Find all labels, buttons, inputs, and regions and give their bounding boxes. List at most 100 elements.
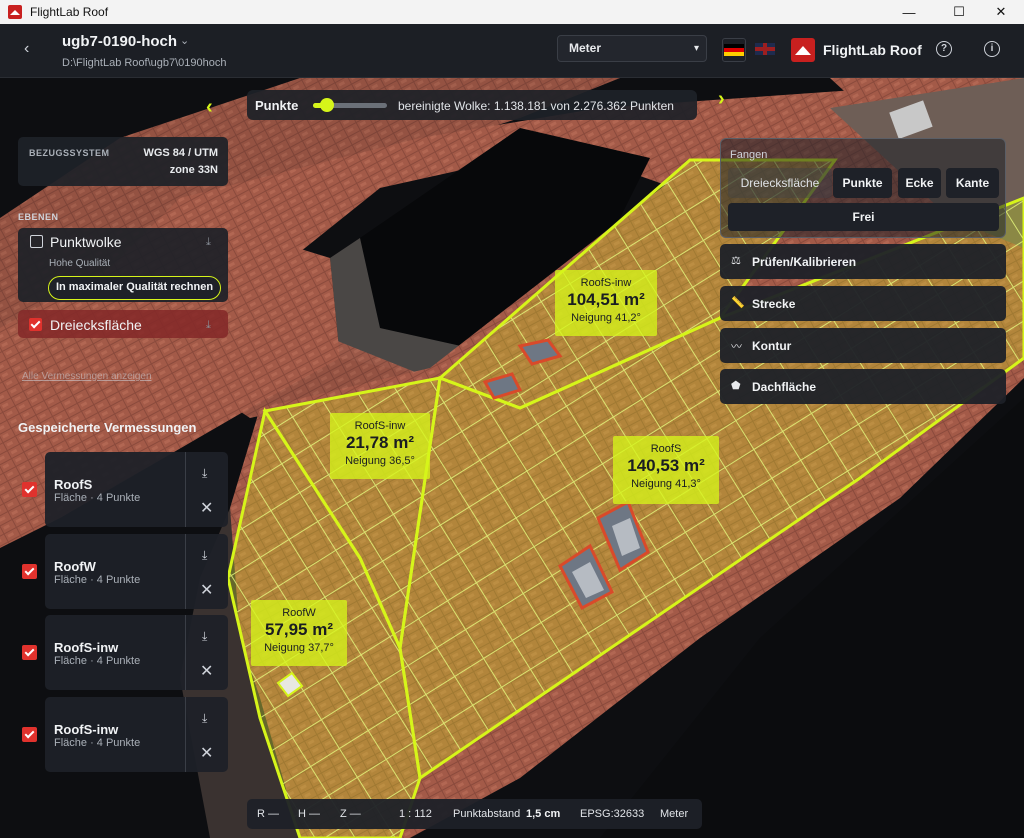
snap-panel: Fangen Dreiecksfläche Punkte Ecke Kante … [720, 138, 1006, 238]
delete-icon[interactable]: ✕ [200, 661, 213, 681]
reference-system-value: WGS 84 / UTM [143, 147, 218, 159]
roof-label-roofw[interactable]: RoofW 57,95 m² Neigung 37,7° [251, 600, 347, 666]
contour-tool-button[interactable]: 〰 Kontur [720, 328, 1006, 363]
status-h: H — [298, 808, 320, 820]
measurement-checkbox[interactable] [22, 482, 37, 497]
snap-points-button[interactable]: Punkte [833, 168, 892, 198]
measurement-checkbox[interactable] [22, 727, 37, 742]
wave-icon: 〰 [731, 341, 742, 353]
tool-label: Kontur [752, 339, 792, 353]
status-spacing-value: 1,5 cm [526, 808, 561, 820]
divider [185, 697, 186, 772]
snap-edge-button[interactable]: Kante [946, 168, 999, 198]
layer-mesh[interactable]: Dreiecksfläche ⤓ [18, 310, 228, 338]
measurement-name: RoofS-inw [54, 640, 119, 655]
reference-system-label: BEZUGSSYSTEM [29, 148, 110, 158]
divider [185, 534, 186, 609]
point-density-label: Punkte [255, 98, 299, 113]
distance-tool-button[interactable]: 📏 Strecke [720, 286, 1006, 321]
max-quality-button[interactable]: In maximaler Qualität rechnen [48, 276, 221, 300]
check-calibrate-button[interactable]: ⚖ Prüfen/Kalibrieren [720, 244, 1006, 279]
help-icon[interactable]: ? [936, 41, 952, 57]
title-bar: FlightLab Roof — ☐ ✕ [0, 0, 1024, 24]
status-z: Z — [340, 808, 361, 820]
minimize-button[interactable]: — [886, 0, 932, 24]
back-button[interactable]: ‹ [24, 40, 29, 58]
point-cloud-info: bereinigte Wolke: 1.138.181 von 2.276.36… [398, 99, 674, 113]
project-path: D:\FlightLab Roof\ugb7\0190hoch [62, 57, 227, 69]
tool-label: Strecke [752, 297, 796, 311]
flag-germany-icon[interactable] [722, 38, 746, 62]
reference-system-zone: zone 33N [169, 164, 218, 176]
measurement-name: RoofS [54, 477, 93, 492]
delete-icon[interactable]: ✕ [200, 580, 213, 600]
flag-uk-icon[interactable] [755, 43, 775, 55]
unit-select[interactable]: Meter ▾ [557, 35, 707, 62]
divider [185, 452, 186, 527]
app-logo-icon [8, 5, 22, 19]
roof-label-slope: Neigung 36,5° [345, 455, 415, 467]
next-nav-chevron-icon[interactable]: › [718, 88, 725, 111]
status-r: R — [257, 808, 279, 820]
roof-label-slope: Neigung 41,3° [631, 478, 701, 490]
close-window-button[interactable]: ✕ [978, 0, 1024, 24]
delete-icon[interactable]: ✕ [200, 498, 213, 518]
measurement-item-roofw[interactable]: RoofW Fläche · 4 Punkte ⤓ ✕ [45, 534, 228, 609]
mesh-checkbox[interactable] [29, 318, 42, 331]
pointcloud-checkbox[interactable] [30, 235, 43, 248]
download-icon[interactable]: ⤓ [202, 548, 207, 563]
roof-label-area: 104,51 m² [567, 290, 645, 309]
status-unit: Meter [660, 808, 689, 820]
measurement-item-roofs[interactable]: RoofS Fläche · 4 Punkte ⤓ ✕ [45, 452, 228, 527]
app-window: FlightLab Roof — ☐ ✕ ‹ ugb7-0190-hoch ⌄ … [0, 0, 1024, 838]
project-title[interactable]: ugb7-0190-hoch [62, 33, 177, 50]
measurement-sub: Fläche · 4 Punkte [54, 492, 141, 504]
snap-corner-button[interactable]: Ecke [898, 168, 941, 198]
tool-label: Dachfläche [752, 380, 817, 394]
status-spacing-label: Punktabstand [453, 808, 521, 820]
window-title: FlightLab Roof [30, 5, 109, 19]
pentagon-icon: ⬟ [731, 380, 741, 392]
roof-label-roofs-inw-2[interactable]: RoofS-inw 21,78 m² Neigung 36,5° [330, 413, 430, 479]
point-density-slider-thumb[interactable] [320, 98, 335, 112]
roof-label-area: 21,78 m² [345, 433, 415, 452]
roof-label-roofs-inw-1[interactable]: RoofS-inw 104,51 m² Neigung 41,2° [555, 270, 657, 336]
roof-label-roofs[interactable]: RoofS 140,53 m² Neigung 41,3° [613, 436, 719, 504]
roof-label-name: RoofS [650, 443, 682, 455]
roof-label-slope: Neigung 41,2° [571, 312, 641, 324]
maximize-button[interactable]: ☐ [936, 0, 982, 24]
point-density-slider[interactable] [313, 98, 387, 112]
status-scale: 1 : 112 [399, 808, 432, 820]
roof-label-slope: Neigung 37,7° [264, 642, 334, 654]
download-icon[interactable]: ⤓ [206, 236, 211, 249]
pointcloud-layer-name: Punktwolke [50, 234, 122, 250]
info-icon[interactable]: i [984, 41, 1000, 57]
download-icon[interactable]: ⤓ [202, 466, 207, 481]
snap-label: Fangen [730, 149, 768, 161]
snap-mesh-button[interactable]: Dreiecksfläche [728, 168, 832, 198]
previous-nav-chevron-icon[interactable]: ‹ [206, 96, 213, 119]
measurement-item-roofs-inw-1[interactable]: RoofS-inw Fläche · 4 Punkte ⤓ ✕ [45, 615, 228, 690]
app-header: ‹ ugb7-0190-hoch ⌄ D:\FlightLab Roof\ugb… [0, 24, 1024, 78]
measurement-checkbox[interactable] [22, 564, 37, 579]
measurement-name: RoofW [54, 559, 96, 574]
measurement-checkbox[interactable] [22, 645, 37, 660]
layer-pointcloud: Punktwolke ⤓ Hohe Qualität In maximaler … [18, 228, 228, 302]
delete-icon[interactable]: ✕ [200, 743, 213, 763]
pointcloud-quality: Hohe Qualität [49, 258, 111, 269]
chevron-down-icon[interactable]: ⌄ [180, 34, 189, 47]
measurement-item-roofs-inw-2[interactable]: RoofS-inw Fläche · 4 Punkte ⤓ ✕ [45, 697, 228, 772]
divider [185, 615, 186, 690]
roof-label-area: 140,53 m² [627, 456, 705, 475]
status-bar: R — H — Z — 1 : 112 Punktabstand 1,5 cm … [247, 799, 702, 829]
roof-area-tool-button[interactable]: ⬟ Dachfläche [720, 369, 1006, 404]
brand-logo-icon [791, 38, 815, 62]
download-icon[interactable]: ⤓ [206, 319, 211, 332]
roof-label-name: RoofS-inw [580, 277, 632, 289]
saved-measurements-title: Gespeicherte Vermessungen [18, 420, 197, 435]
download-icon[interactable]: ⤓ [202, 629, 207, 644]
download-icon[interactable]: ⤓ [202, 711, 207, 726]
roof-label-name: RoofS-inw [354, 420, 406, 432]
snap-free-button[interactable]: Frei [728, 203, 999, 231]
show-all-measurements-link[interactable]: Alle Vermessungen anzeigen [22, 371, 152, 382]
